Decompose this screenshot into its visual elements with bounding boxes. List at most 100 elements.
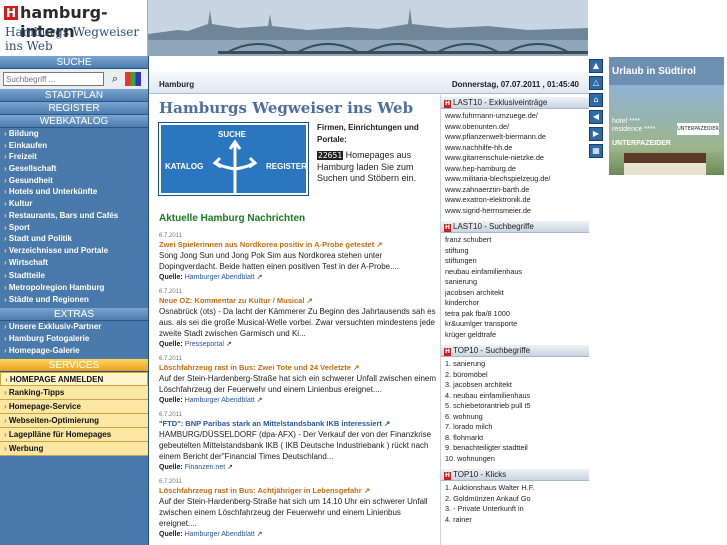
scroll-rail: ▲ △ ⌂ ◀ ▶ ▦ [588, 57, 604, 167]
entry-link[interactable]: www.obenunten.de/ [445, 122, 585, 133]
entry-link[interactable]: www.hep-hamburg.de [445, 164, 585, 175]
news-source-link[interactable]: Hamburger Abendblatt [185, 531, 255, 538]
scroll-up-icon[interactable]: △ [589, 76, 603, 90]
search-term-link[interactable]: stiftung [445, 246, 585, 257]
entry-link[interactable]: www.sigrid-herrnsmeier.de [445, 206, 585, 217]
search-input[interactable] [3, 72, 104, 86]
search-term-link[interactable]: kinderchor [445, 298, 585, 309]
ad-hotel-text: hotel **** residence **** [612, 118, 656, 133]
extras-item[interactable]: Hamburg Fotogalerie [0, 333, 148, 345]
left-sidebar: SUCHE ⌕ STADTPLAN REGISTER WEBKATALOG Bi… [0, 56, 149, 545]
ad-logo: UNTERPAZEIDER [677, 123, 719, 135]
top-search-link[interactable]: wohnung [445, 412, 585, 423]
catalog-item[interactable]: Stadtteile [0, 270, 148, 282]
news-title-link[interactable]: "FTD": BNP Paribas stark an Mittelstands… [159, 419, 439, 429]
news-date: 6.7.2011 [159, 412, 182, 418]
top-search-link[interactable]: sanierung [445, 359, 585, 370]
top-click-link[interactable]: - Private Unterkunft in [445, 504, 585, 515]
home-icon[interactable]: ⌂ [589, 93, 603, 107]
search-term-link[interactable]: neubau einfamilienhaus [445, 267, 585, 278]
catalog-item[interactable]: Metropolregion Hamburg [0, 282, 148, 294]
sitemap-icon[interactable]: ▦ [589, 144, 603, 158]
news-date: 6.7.2011 [159, 289, 182, 295]
entry-link[interactable]: www.gitarrenschule-nietzke.de [445, 153, 585, 164]
service-item[interactable]: Lageplläne für Homepages [0, 428, 148, 443]
site-logo[interactable]: H hamburg-intern Hamburgs Wegweiser ins … [0, 0, 148, 56]
catalog-item[interactable]: Sport [0, 222, 148, 234]
top-search-link[interactable]: büromöbel [445, 370, 585, 381]
stadtplan-link[interactable]: STADTPLAN [0, 89, 148, 102]
news-source-link[interactable]: Finanzen.net [185, 464, 225, 471]
news-source-link[interactable]: Presseportal [185, 341, 224, 348]
extras-item[interactable]: Homepage-Galerie [0, 345, 148, 357]
news-title-link[interactable]: Löschfahrzeug rast in Bus: Zwei Tote und… [159, 363, 439, 373]
top-search-link[interactable]: wohnungen [445, 454, 585, 465]
catalog-item[interactable]: Hotels und Unterkünfte [0, 186, 148, 198]
search-term-link[interactable]: kr&uumlger transporte [445, 319, 585, 330]
news-title-link[interactable]: Löschfahrzeug rast in Bus: Achtjähriger … [159, 486, 439, 496]
entry-link[interactable]: www.zahnaerztin-barth.de [445, 185, 585, 196]
entry-link[interactable]: www.exatron-elektronik.de [445, 195, 585, 206]
top-search-link[interactable]: jacobsen architekt [445, 380, 585, 391]
news-section-title: Aktuelle Hamburg Nachrichten [159, 213, 306, 224]
search-term-link[interactable]: stiftungen [445, 256, 585, 267]
logo-h-icon: H [4, 6, 18, 20]
register-link[interactable]: REGISTER [0, 102, 148, 115]
top-search-link[interactable]: neubau einfamilienhaus [445, 391, 585, 402]
search-term-link[interactable]: sanierung [445, 277, 585, 288]
service-item[interactable]: Ranking-Tipps [0, 386, 148, 401]
catalog-item[interactable]: Einkaufen [0, 140, 148, 152]
top-click-link[interactable]: Goldmünzen Ankauf Go [445, 494, 585, 505]
news-source-link[interactable]: Hamburger Abendblatt [185, 397, 255, 404]
entry-link[interactable]: www.fuhrmann-umzuege.de/ [445, 111, 585, 122]
catalog-item[interactable]: Gesundheit [0, 175, 148, 187]
homepage-counter: 22651 [317, 151, 344, 160]
top-search-link[interactable]: schiebetorantrieb pull t5 [445, 401, 585, 412]
service-item[interactable]: Webseiten-Optimierung [0, 414, 148, 429]
search-term-link[interactable]: krüger geldtrafe [445, 330, 585, 341]
signpost-graphic[interactable]: SUCHE KATALOG REGISTER [158, 122, 309, 196]
entry-link[interactable]: www.pflanzenwelt-biermann.de [445, 132, 585, 143]
catalog-item[interactable]: Wirtschaft [0, 257, 148, 269]
top-click-link[interactable]: rainer [445, 515, 585, 526]
search-term-link[interactable]: jacobsen architekt [445, 288, 585, 299]
top-search-link[interactable]: flohmarkt [445, 433, 585, 444]
binoculars-search-icon[interactable]: ⌕ [108, 72, 122, 86]
entry-link[interactable]: www.nachhilfe-hh.de [445, 143, 585, 154]
scroll-top-icon[interactable]: ▲ [589, 59, 603, 73]
top10-search-list: sanierung büromöbel jacobsen architekt n… [441, 357, 589, 466]
service-item[interactable]: Werbung [0, 442, 148, 457]
news-title-link[interactable]: Zwei Spielerinnen aus Nordkorea positiv … [159, 240, 439, 250]
catalog-item[interactable]: Restaurants, Bars und Cafés [0, 210, 148, 222]
service-item[interactable]: Homepage-Service [0, 400, 148, 415]
extras-item[interactable]: Unsere Exklusiv-Partner [0, 321, 148, 333]
catalog-item[interactable]: Bildung [0, 128, 148, 140]
ad-banner[interactable]: Urlaub in Südtirol hotel **** residence … [609, 57, 724, 175]
news-item: 6.7.2011 Neue OZ: Kommentar zu Kultur / … [159, 288, 439, 350]
sign-katalog[interactable]: KATALOG [165, 162, 203, 171]
catalog-item[interactable]: Gesellschaft [0, 163, 148, 175]
top-search-link[interactable]: benachteiligter stadtteil [445, 443, 585, 454]
catalog-item[interactable]: Verzeichnisse und Portale [0, 245, 148, 257]
last10-search-list: franz schubert stiftung stiftungen neuba… [441, 233, 589, 342]
main-content: Hamburgs Wegweiser ins Web SUCHE KATALOG… [149, 72, 440, 545]
search-term-link[interactable]: tetra pak fba/8 1000 [445, 309, 585, 320]
ad-brand: UNTERPAZEIDER [612, 140, 671, 147]
top-search-link[interactable]: lorado milch [445, 422, 585, 433]
top-click-link[interactable]: Auktionshaus Walter H.F. [445, 483, 585, 494]
entry-link[interactable]: www.militaria-blechspielzeug.de/ [445, 174, 585, 185]
forward-icon[interactable]: ▶ [589, 127, 603, 141]
catalog-item[interactable]: Kultur [0, 198, 148, 210]
last10-entries-header: LAST10 - Exklusiveinträge [441, 97, 589, 109]
news-title-link[interactable]: Neue OZ: Kommentar zu Kultur / Musical ↗ [159, 296, 439, 306]
sign-suche[interactable]: SUCHE [218, 130, 246, 139]
catalog-item[interactable]: Städte und Regionen [0, 294, 148, 306]
advanced-search-icon[interactable] [125, 72, 141, 86]
service-item[interactable]: HOMEPAGE ANMELDEN [0, 372, 148, 387]
back-icon[interactable]: ◀ [589, 110, 603, 124]
catalog-item[interactable]: Freizeit [0, 151, 148, 163]
sign-register[interactable]: REGISTER [266, 162, 307, 171]
news-source-link[interactable]: Hamburger Abendblatt [185, 274, 255, 281]
catalog-item[interactable]: Stadt und Politik [0, 233, 148, 245]
search-term-link[interactable]: franz schubert [445, 235, 585, 246]
